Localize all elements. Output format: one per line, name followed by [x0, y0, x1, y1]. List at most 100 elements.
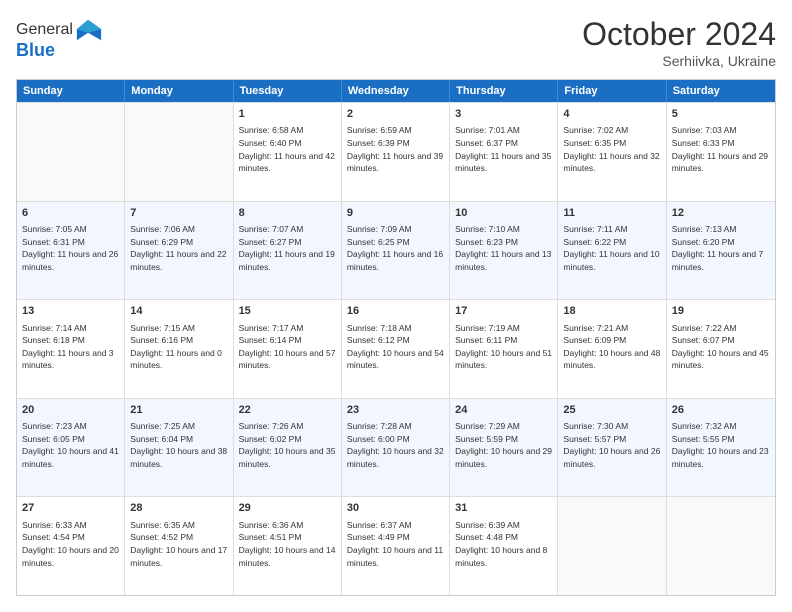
cell-content: Sunrise: 6:33 AMSunset: 4:54 PMDaylight:… [22, 520, 119, 568]
cell-row5-col1: 27 Sunrise: 6:33 AMSunset: 4:54 PMDayligh… [17, 497, 125, 595]
day-number: 6 [22, 206, 119, 221]
cell-content: Sunrise: 7:17 AMSunset: 6:14 PMDaylight:… [239, 323, 336, 371]
calendar: Sunday Monday Tuesday Wednesday Thursday… [16, 79, 776, 596]
cell-row1-col4: 2 Sunrise: 6:59 AMSunset: 6:39 PMDaylight… [342, 103, 450, 201]
day-number: 8 [239, 206, 336, 221]
cell-row4-col4: 23Sunrise: 7:28 AMSunset: 6:00 PMDayligh… [342, 399, 450, 497]
cell-content: Sunrise: 6:39 AMSunset: 4:48 PMDaylight:… [455, 520, 547, 568]
day-number: 31 [455, 501, 552, 516]
cell-row1-col7: 5 Sunrise: 7:03 AMSunset: 6:33 PMDaylight… [667, 103, 775, 201]
calendar-row-5: 27 Sunrise: 6:33 AMSunset: 4:54 PMDayligh… [17, 496, 775, 595]
day-number: 19 [672, 304, 770, 319]
cell-row5-col7 [667, 497, 775, 595]
cell-content: Sunrise: 7:05 AMSunset: 6:31 PMDaylight:… [22, 224, 118, 272]
cell-row4-col5: 24 Sunrise: 7:29 AMSunset: 5:59 PMDayligh… [450, 399, 558, 497]
cell-row4-col6: 25 Sunrise: 7:30 AMSunset: 5:57 PMDayligh… [558, 399, 666, 497]
day-number: 30 [347, 501, 444, 516]
calendar-row-4: 20 Sunrise: 7:23 AMSunset: 6:05 PMDayligh… [17, 398, 775, 497]
cell-content: Sunrise: 7:32 AMSunset: 5:55 PMDaylight:… [672, 421, 769, 469]
header-saturday: Saturday [667, 80, 775, 102]
day-number: 10 [455, 206, 552, 221]
cell-row5-col6 [558, 497, 666, 595]
header-friday: Friday [558, 80, 666, 102]
day-number: 17 [455, 304, 552, 319]
cell-row3-col3: 15 Sunrise: 7:17 AMSunset: 6:14 PMDayligh… [234, 300, 342, 398]
cell-content: Sunrise: 6:59 AMSunset: 6:39 PMDaylight:… [347, 125, 443, 173]
calendar-row-1: 1 Sunrise: 6:58 AMSunset: 6:40 PMDaylight… [17, 102, 775, 201]
cell-content: Sunrise: 7:19 AMSunset: 6:11 PMDaylight:… [455, 323, 552, 371]
location-subtitle: Serhiivka, Ukraine [582, 53, 776, 69]
cell-row2-col1: 6 Sunrise: 7:05 AMSunset: 6:31 PMDaylight… [17, 202, 125, 300]
day-number: 13 [22, 304, 119, 319]
cell-row2-col5: 10 Sunrise: 7:10 AMSunset: 6:23 PMDayligh… [450, 202, 558, 300]
cell-row1-col2 [125, 103, 233, 201]
day-number: 14 [130, 304, 227, 319]
cell-content: Sunrise: 7:13 AMSunset: 6:20 PMDaylight:… [672, 224, 764, 272]
cell-row2-col6: 11 Sunrise: 7:11 AMSunset: 6:22 PMDayligh… [558, 202, 666, 300]
cell-row3-col2: 14Sunrise: 7:15 AMSunset: 6:16 PMDayligh… [125, 300, 233, 398]
header-tuesday: Tuesday [234, 80, 342, 102]
day-number: 21 [130, 403, 227, 418]
cell-content: Sunrise: 7:26 AMSunset: 6:02 PMDaylight:… [239, 421, 336, 469]
day-number: 22 [239, 403, 336, 418]
cell-row1-col3: 1 Sunrise: 6:58 AMSunset: 6:40 PMDaylight… [234, 103, 342, 201]
day-number: 12 [672, 206, 770, 221]
cell-content: Sunrise: 7:03 AMSunset: 6:33 PMDaylight:… [672, 125, 768, 173]
day-number: 4 [563, 107, 660, 122]
cell-content: Sunrise: 7:09 AMSunset: 6:25 PMDaylight:… [347, 224, 443, 272]
day-number: 7 [130, 206, 227, 221]
cell-row1-col1 [17, 103, 125, 201]
cell-row3-col4: 16 Sunrise: 7:18 AMSunset: 6:12 PMDayligh… [342, 300, 450, 398]
cell-content: Sunrise: 7:10 AMSunset: 6:23 PMDaylight:… [455, 224, 551, 272]
cell-content: Sunrise: 7:29 AMSunset: 5:59 PMDaylight:… [455, 421, 552, 469]
cell-content: Sunrise: 7:30 AMSunset: 5:57 PMDaylight:… [563, 421, 660, 469]
cell-content: Sunrise: 7:21 AMSunset: 6:09 PMDaylight:… [563, 323, 660, 371]
cell-row4-col2: 21 Sunrise: 7:25 AMSunset: 6:04 PMDayligh… [125, 399, 233, 497]
day-number: 20 [22, 403, 119, 418]
calendar-row-2: 6 Sunrise: 7:05 AMSunset: 6:31 PMDaylight… [17, 201, 775, 300]
day-number: 18 [563, 304, 660, 319]
cell-row5-col3: 29Sunrise: 6:36 AMSunset: 4:51 PMDayligh… [234, 497, 342, 595]
header: General Blue October 2024 Serhiivka, Ukr… [16, 16, 776, 69]
cell-content: Sunrise: 7:25 AMSunset: 6:04 PMDaylight:… [130, 421, 227, 469]
day-number: 1 [239, 107, 336, 122]
cell-content: Sunrise: 6:37 AMSunset: 4:49 PMDaylight:… [347, 520, 443, 568]
day-number: 11 [563, 206, 660, 221]
day-number: 15 [239, 304, 336, 319]
cell-row2-col2: 7 Sunrise: 7:06 AMSunset: 6:29 PMDaylight… [125, 202, 233, 300]
cell-row5-col4: 30 Sunrise: 6:37 AMSunset: 4:49 PMDayligh… [342, 497, 450, 595]
cell-row3-col6: 18 Sunrise: 7:21 AMSunset: 6:09 PMDayligh… [558, 300, 666, 398]
header-wednesday: Wednesday [342, 80, 450, 102]
cell-row3-col1: 13 Sunrise: 7:14 AMSunset: 6:18 PMDayligh… [17, 300, 125, 398]
logo: General Blue [16, 16, 103, 61]
cell-content: Sunrise: 6:58 AMSunset: 6:40 PMDaylight:… [239, 125, 335, 173]
title-block: October 2024 Serhiivka, Ukraine [582, 16, 776, 69]
cell-row4-col7: 26Sunrise: 7:32 AMSunset: 5:55 PMDayligh… [667, 399, 775, 497]
day-number: 25 [563, 403, 660, 418]
cell-content: Sunrise: 7:22 AMSunset: 6:07 PMDaylight:… [672, 323, 769, 371]
day-number: 28 [130, 501, 227, 516]
day-number: 2 [347, 107, 444, 122]
cell-content: Sunrise: 7:18 AMSunset: 6:12 PMDaylight:… [347, 323, 444, 371]
cell-content: Sunrise: 7:23 AMSunset: 6:05 PMDaylight:… [22, 421, 119, 469]
cell-content: Sunrise: 7:11 AMSunset: 6:22 PMDaylight:… [563, 224, 659, 272]
day-number: 5 [672, 107, 770, 122]
cell-content: Sunrise: 7:14 AMSunset: 6:18 PMDaylight:… [22, 323, 114, 371]
day-number: 16 [347, 304, 444, 319]
cell-content: Sunrise: 7:02 AMSunset: 6:35 PMDaylight:… [563, 125, 659, 173]
day-number: 27 [22, 501, 119, 516]
cell-content: Sunrise: 6:35 AMSunset: 4:52 PMDaylight:… [130, 520, 227, 568]
cell-row2-col4: 9Sunrise: 7:09 AMSunset: 6:25 PMDaylight… [342, 202, 450, 300]
day-number: 24 [455, 403, 552, 418]
cell-content: Sunrise: 7:07 AMSunset: 6:27 PMDaylight:… [239, 224, 335, 272]
cell-content: Sunrise: 7:06 AMSunset: 6:29 PMDaylight:… [130, 224, 226, 272]
header-monday: Monday [125, 80, 233, 102]
cell-row2-col7: 12 Sunrise: 7:13 AMSunset: 6:20 PMDayligh… [667, 202, 775, 300]
month-title: October 2024 [582, 16, 776, 53]
cell-row5-col5: 31 Sunrise: 6:39 AMSunset: 4:48 PMDayligh… [450, 497, 558, 595]
day-number: 29 [239, 501, 336, 516]
cell-row1-col5: 3Sunrise: 7:01 AMSunset: 6:37 PMDaylight… [450, 103, 558, 201]
cell-row4-col3: 22 Sunrise: 7:26 AMSunset: 6:02 PMDayligh… [234, 399, 342, 497]
cell-content: Sunrise: 7:01 AMSunset: 6:37 PMDaylight:… [455, 125, 551, 173]
header-thursday: Thursday [450, 80, 558, 102]
